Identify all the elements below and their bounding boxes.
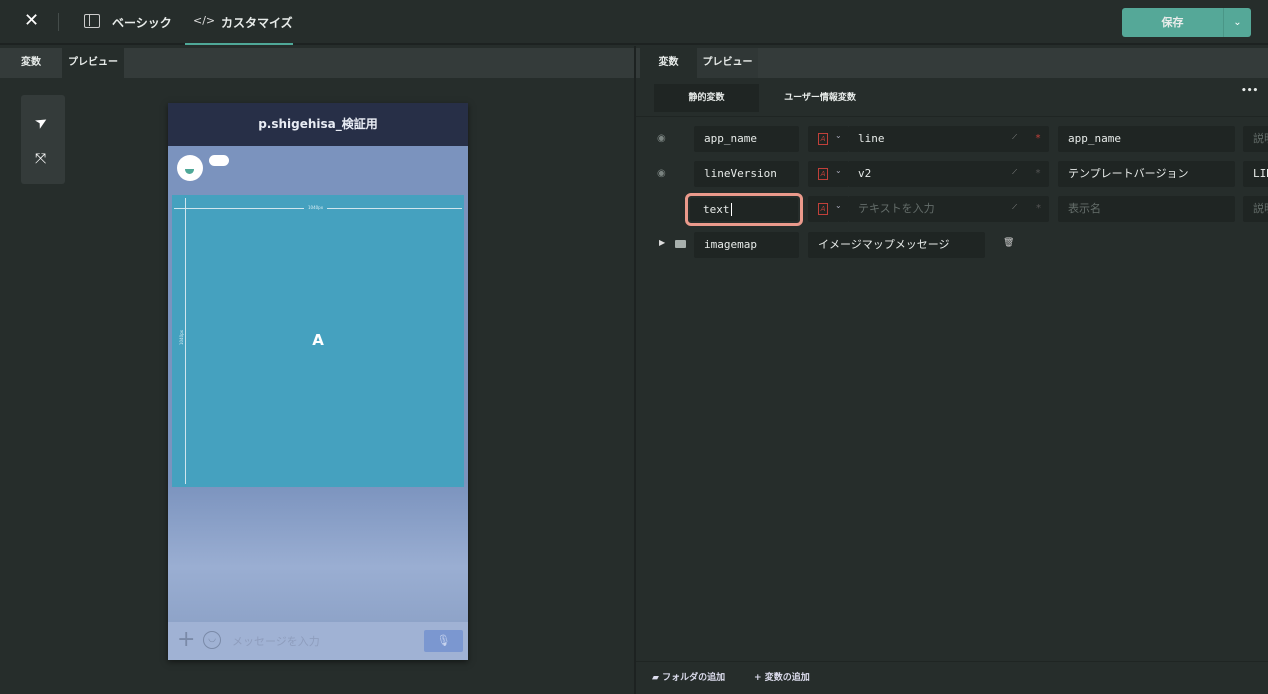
- send-icon[interactable]: ➤: [31, 111, 51, 133]
- phone-preview: p.shigehisa_検証用 1040px 1040px A + ◡ メッセー…: [168, 103, 468, 660]
- code-icon: </>: [193, 14, 216, 27]
- active-tab-indicator: [185, 43, 293, 45]
- mic-icon[interactable]: 🎙: [424, 630, 463, 652]
- divider: [636, 661, 1268, 662]
- description-input[interactable]: LINE: [1243, 161, 1268, 187]
- cloud-bg: [168, 483, 468, 623]
- display-name-input[interactable]: app_name: [1058, 126, 1235, 152]
- trash-icon[interactable]: 🗑: [1003, 238, 1014, 248]
- preview-toolbar: ➤ ⤧: [21, 95, 65, 184]
- variable-name-input[interactable]: lineVersion: [694, 161, 799, 187]
- close-icon[interactable]: ✕: [24, 10, 39, 31]
- eye-off-icon[interactable]: ◉: [657, 168, 666, 179]
- chevron-down-icon[interactable]: ⌄: [1224, 8, 1251, 37]
- right-tab-bar: 変数 プレビュー: [636, 48, 1268, 78]
- add-variable-button[interactable]: + 変数の追加: [754, 670, 810, 683]
- message-input[interactable]: メッセージを入力: [232, 633, 320, 649]
- subtab-user[interactable]: ユーザー情報変数: [770, 84, 870, 112]
- chevron-down-icon: ⌄: [835, 201, 842, 210]
- layout-icon: [84, 14, 100, 28]
- tab-variables[interactable]: 変数: [640, 48, 697, 78]
- expand-caret-icon[interactable]: ▶: [659, 238, 665, 247]
- tab-variables[interactable]: 変数: [0, 48, 62, 78]
- description-input[interactable]: 説明: [1243, 126, 1268, 152]
- panel-divider: [634, 46, 636, 694]
- type-select[interactable]: A ⌄: [808, 161, 848, 187]
- text-type-icon: A: [818, 168, 828, 180]
- chat-input-bar: + ◡ メッセージを入力 🎙: [168, 622, 468, 660]
- value-input[interactable]: テキストを入力 ⟋ *: [848, 196, 1049, 222]
- type-select[interactable]: A ⌄: [808, 196, 848, 222]
- width-label: 1040px: [304, 205, 328, 210]
- folder-label-input[interactable]: イメージマップメッセージ: [808, 232, 985, 258]
- folder-open-icon: ▰: [652, 673, 663, 683]
- value-input[interactable]: line ⟋ *: [848, 126, 1049, 152]
- tab-customize[interactable]: カスタマイズ: [221, 14, 293, 31]
- more-icon[interactable]: •••: [1241, 86, 1258, 96]
- emoji-icon[interactable]: ◡: [203, 631, 221, 649]
- folder-icon: [675, 240, 686, 248]
- chevron-down-icon: ⌄: [835, 166, 842, 175]
- required-star-icon: *: [1036, 203, 1041, 214]
- plus-icon: +: [754, 673, 765, 683]
- tab-basic[interactable]: ベーシック: [112, 14, 172, 31]
- expand-icon[interactable]: ⤧: [35, 151, 46, 167]
- tab-preview[interactable]: プレビュー: [62, 48, 124, 78]
- plus-icon[interactable]: +: [177, 627, 195, 652]
- required-star-icon: *: [1034, 133, 1041, 144]
- variable-name-input[interactable]: text: [690, 198, 798, 221]
- add-folder-button[interactable]: ▰ フォルダの追加: [652, 670, 725, 683]
- required-star-icon: *: [1034, 168, 1041, 179]
- bot-avatar: [177, 155, 203, 181]
- divider: [636, 116, 1268, 117]
- display-name-input[interactable]: 表示名: [1058, 196, 1235, 222]
- eye-off-icon[interactable]: ◉: [657, 133, 666, 144]
- text-type-icon: A: [818, 203, 828, 215]
- variable-name-input[interactable]: app_name: [694, 126, 799, 152]
- folder-name-input[interactable]: imagemap: [694, 232, 799, 258]
- left-tab-bar: 変数 プレビュー: [0, 48, 634, 78]
- area-label: A: [312, 331, 324, 349]
- imagemap-area[interactable]: 1040px 1040px A: [172, 195, 464, 487]
- save-button-group: 保存 ⌄: [1122, 8, 1251, 37]
- save-button[interactable]: 保存: [1122, 8, 1223, 37]
- speech-bubble-icon: [209, 155, 229, 166]
- chat-title: p.shigehisa_検証用: [168, 103, 468, 146]
- subtab-static[interactable]: 静的変数: [654, 84, 759, 112]
- description-input[interactable]: 説明: [1243, 196, 1268, 222]
- value-input[interactable]: v2 ⟋ *: [848, 161, 1049, 187]
- display-name-input[interactable]: テンプレートバージョン: [1058, 161, 1235, 187]
- top-bar: ✕ ベーシック </> カスタマイズ 保存 ⌄: [0, 0, 1268, 45]
- tab-preview[interactable]: プレビュー: [697, 48, 758, 78]
- type-select[interactable]: A ⌄: [808, 126, 848, 152]
- chevron-down-icon: ⌄: [835, 131, 842, 140]
- divider: [58, 13, 59, 31]
- text-type-icon: A: [818, 133, 828, 145]
